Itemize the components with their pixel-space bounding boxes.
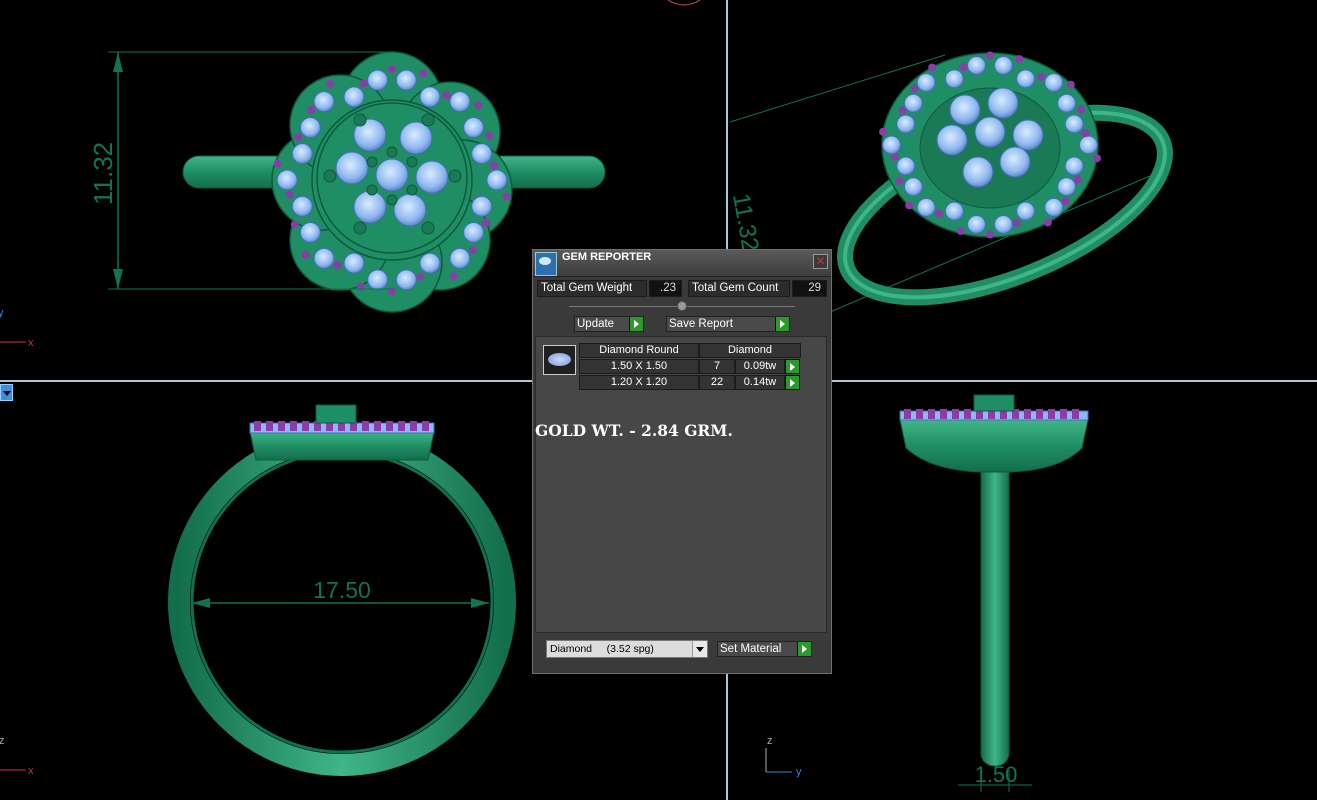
total-gem-count-label: Total Gem Count (688, 280, 790, 297)
set-material-button-label: Set Material (720, 643, 782, 655)
dim-side-view-text: 1.50 (975, 762, 1018, 787)
axis-x-label-front: x (28, 765, 34, 777)
save-report-arrow-icon (775, 317, 789, 331)
save-report-button[interactable]: Save Report (666, 316, 790, 332)
total-gem-weight-value: .23 (649, 280, 682, 297)
dim-top-view-text: 11.32 (88, 142, 118, 205)
gem-shape-header: Diamond Round (579, 343, 699, 358)
gem-list: Diamond Round Diamond 1.50 X 1.50 7 0.09… (535, 336, 827, 633)
gem-row-weight: 0.09tw (735, 359, 785, 374)
splitter-handle[interactable] (677, 301, 687, 311)
gem-row-size: 1.50 X 1.50 (579, 359, 699, 374)
update-button[interactable]: Update (574, 316, 644, 332)
axis-z-label-side: z (767, 735, 773, 747)
gold-weight-note: GOLD WT. - 2.84 GRM. (535, 421, 733, 440)
gem-reporter-title: GEM REPORTER (562, 251, 652, 263)
gem-material-header: Diamond (699, 343, 801, 358)
axis-y-label-side: y (796, 766, 802, 778)
view-cube-marker (667, 0, 701, 6)
axis-z-label-front: z (0, 735, 5, 747)
save-report-button-label: Save Report (669, 318, 733, 330)
update-button-label: Update (577, 318, 615, 330)
material-select-value: Diamond (3.52 spg) (550, 643, 654, 655)
dim-perspective-text: 11.32 (727, 191, 764, 253)
gem-row-count: 7 (699, 359, 735, 374)
set-material-button[interactable]: Set Material (717, 641, 812, 657)
total-gem-weight-label: Total Gem Weight (537, 280, 647, 297)
chevron-down-icon (692, 641, 707, 657)
gem-reporter-logo-icon (535, 252, 557, 276)
axis-x-label: x (28, 337, 34, 349)
top-view-ring: 11.32 x y (0, 51, 606, 349)
gem-row-expand-icon[interactable] (785, 359, 800, 374)
gem-reporter-titlebar[interactable]: GEM REPORTER ✕ (533, 250, 831, 277)
gem-row-size: 1.20 X 1.20 (579, 375, 699, 390)
gem-row-count: 22 (699, 375, 735, 390)
diamond-round-icon (543, 345, 576, 375)
close-icon[interactable]: ✕ (813, 254, 828, 269)
set-material-arrow-icon (797, 642, 811, 656)
axis-y-label: y (0, 307, 4, 319)
gem-row-expand-icon[interactable] (785, 375, 800, 390)
update-arrow-icon (629, 317, 643, 331)
front-view-ring: 17.50 x z (0, 404, 516, 777)
viewport-menu-button[interactable] (0, 384, 13, 401)
gem-row-weight: 0.14tw (735, 375, 785, 390)
material-select[interactable]: Diamond (3.52 spg) (546, 640, 708, 658)
dim-front-view-text: 17.50 (313, 577, 371, 603)
total-gem-count-value: 29 (792, 280, 827, 297)
gem-reporter-panel: GEM REPORTER ✕ Total Gem Weight .23 Tota… (532, 249, 832, 674)
